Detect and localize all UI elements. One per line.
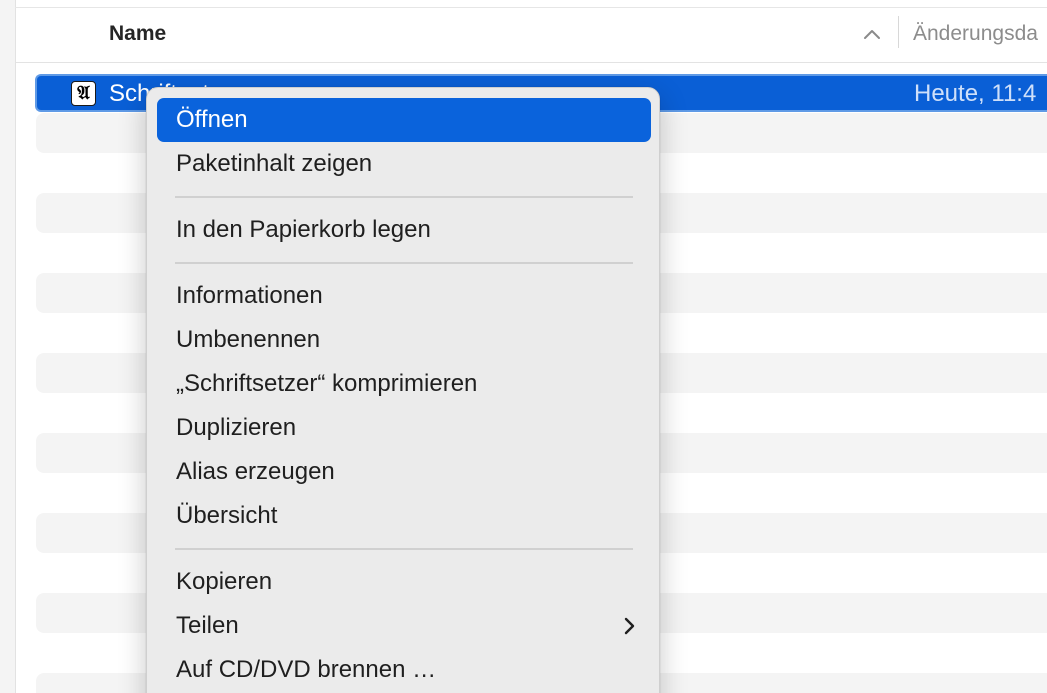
fraktur-a-app-icon: 𝔄 bbox=[71, 81, 96, 106]
column-changed-header[interactable]: Änderungsda bbox=[913, 22, 1038, 46]
column-name-header[interactable]: Name bbox=[109, 22, 166, 46]
chevron-right-icon bbox=[624, 617, 635, 635]
column-separator[interactable] bbox=[898, 16, 899, 48]
menu-item-make-alias[interactable]: Alias erzeugen bbox=[157, 450, 651, 494]
menu-separator bbox=[175, 262, 633, 264]
finder-window: Name Änderungsda 𝔄 Schriftsetzer Heute, … bbox=[0, 0, 1047, 693]
menu-item-label: Auf CD/DVD brennen … bbox=[176, 656, 437, 683]
menu-item-duplicate[interactable]: Duplizieren bbox=[157, 406, 651, 450]
menu-item-label: Informationen bbox=[176, 282, 323, 309]
menu-item-get-info[interactable]: Informationen bbox=[157, 274, 651, 318]
menu-item-open[interactable]: Öffnen bbox=[157, 98, 651, 142]
menu-item-move-to-trash[interactable]: In den Papierkorb legen bbox=[157, 208, 651, 252]
menu-item-label: Alias erzeugen bbox=[176, 458, 335, 485]
menu-item-label: Duplizieren bbox=[176, 414, 297, 441]
file-modified-date: Heute, 11:4 bbox=[914, 80, 1037, 107]
sidebar-edge bbox=[0, 0, 16, 693]
menu-item-compress[interactable]: „Schriftsetzer“ komprimieren bbox=[157, 362, 651, 406]
column-header: Name Änderungsda bbox=[16, 8, 1047, 63]
menu-separator bbox=[175, 196, 633, 198]
menu-item-label: Kopieren bbox=[176, 568, 273, 595]
chevron-up-icon[interactable] bbox=[862, 26, 882, 42]
menu-item-burn-disc[interactable]: Auf CD/DVD brennen … bbox=[157, 648, 651, 692]
menu-item-label: Paketinhalt zeigen bbox=[176, 150, 373, 177]
menu-separator bbox=[175, 548, 633, 550]
menu-item-copy[interactable]: Kopieren bbox=[157, 560, 651, 604]
menu-item-label: „Schriftsetzer“ komprimieren bbox=[176, 370, 478, 397]
menu-item-label: Teilen bbox=[176, 612, 239, 639]
menu-item-share[interactable]: Teilen bbox=[157, 604, 651, 648]
menu-item-show-package-contents[interactable]: Paketinhalt zeigen bbox=[157, 142, 651, 186]
menu-item-label: Übersicht bbox=[176, 502, 278, 529]
menu-item-label: Öffnen bbox=[176, 106, 248, 133]
menu-item-quick-look[interactable]: Übersicht bbox=[157, 494, 651, 538]
menu-item-label: Umbenennen bbox=[176, 326, 321, 353]
menu-item-rename[interactable]: Umbenennen bbox=[157, 318, 651, 362]
context-menu: Öffnen Paketinhalt zeigen In den Papierk… bbox=[146, 87, 660, 693]
menu-item-label: In den Papierkorb legen bbox=[176, 216, 431, 243]
